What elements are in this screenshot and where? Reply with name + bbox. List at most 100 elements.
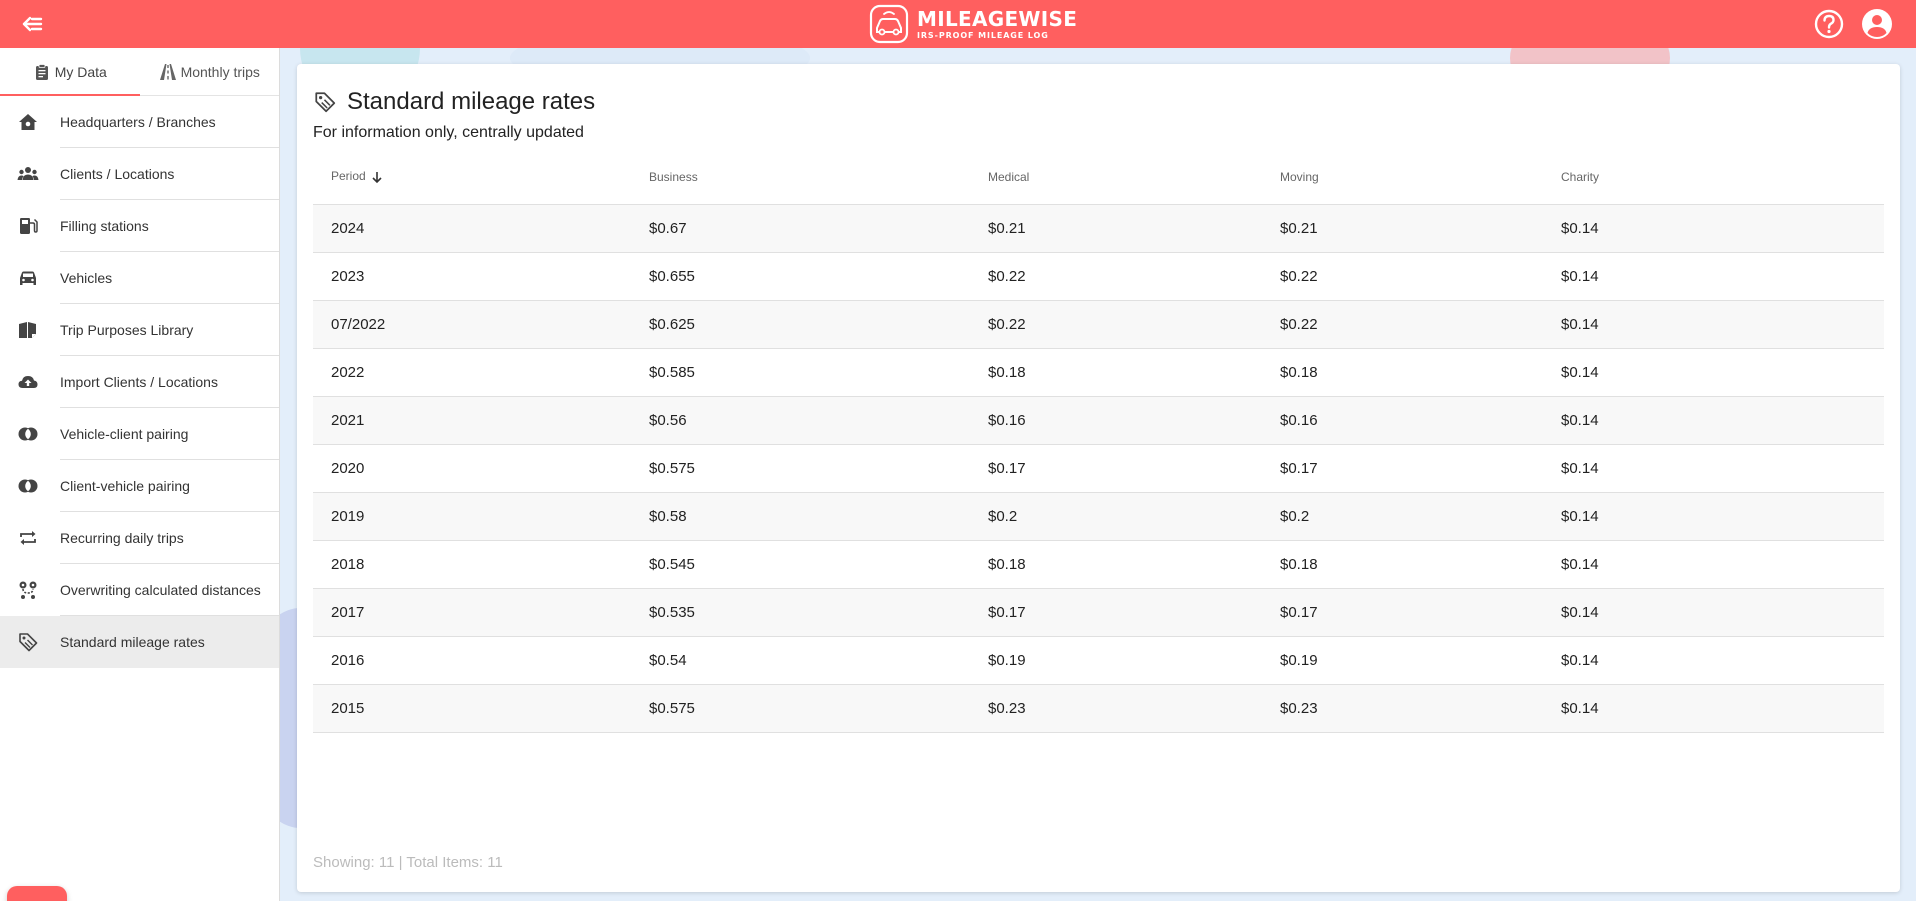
sidebar-item-label: Vehicle-client pairing: [60, 408, 279, 460]
cell-charity: $0.14: [1561, 588, 1884, 637]
column-header-medical[interactable]: Medical: [988, 150, 1280, 205]
cell-charity: $0.14: [1561, 348, 1884, 397]
cell-business: $0.56: [649, 396, 988, 445]
column-header-business[interactable]: Business: [649, 150, 988, 205]
cell-medical: $0.2: [988, 492, 1280, 541]
cell-moving: $0.19: [1280, 636, 1561, 685]
cell-moving: $0.21: [1280, 204, 1561, 253]
account-circle-icon[interactable]: [1860, 7, 1894, 41]
cell-period: 2022: [313, 348, 649, 397]
cell-medical: $0.17: [988, 588, 1280, 637]
logo-car-icon: [869, 4, 909, 44]
arrow-down-icon[interactable]: [370, 170, 384, 184]
book-icon: [0, 319, 60, 341]
sidebar-item-trip-purposes[interactable]: Trip Purposes Library: [0, 304, 279, 356]
chat-bubbles-icon[interactable]: [7, 886, 67, 901]
cell-medical: $0.18: [988, 540, 1280, 589]
sidebar-item-filling-stations[interactable]: Filling stations: [0, 200, 279, 252]
cell-medical: $0.16: [988, 396, 1280, 445]
fuel-icon: [0, 215, 60, 237]
tab-my-data[interactable]: My Data: [0, 48, 140, 96]
cell-business: $0.625: [649, 300, 988, 349]
sidebar-item-headquarters[interactable]: Headquarters / Branches: [0, 96, 279, 148]
help-circle-icon[interactable]: [1812, 7, 1846, 41]
sidebar-menu: Headquarters / Branches Clients / Locati…: [0, 96, 279, 668]
app-name: MILEAGEWISE: [917, 6, 1078, 31]
cell-charity: $0.14: [1561, 636, 1884, 685]
page-subtitle: For information only, centrally updated: [313, 124, 584, 141]
table-item-count: Showing: 11 | Total Items: 11: [313, 854, 503, 871]
column-header-charity[interactable]: Charity: [1561, 150, 1884, 205]
repeat-icon: [0, 527, 60, 549]
pairing-icon: [0, 475, 60, 497]
table-body: 2024 $0.67 $0.21 $0.21 $0.14 2023 $0.655…: [313, 204, 1884, 733]
table-row: 2019 $0.58 $0.2 $0.2 $0.14: [313, 492, 1884, 541]
cell-period: 2020: [313, 444, 649, 493]
tag-icon: [0, 631, 60, 653]
cell-period: 07/2022: [313, 300, 649, 349]
sidebar-item-recurring-trips[interactable]: Recurring daily trips: [0, 512, 279, 564]
table-row: 07/2022 $0.625 $0.22 $0.22 $0.14: [313, 300, 1884, 349]
sidebar-item-label: Recurring daily trips: [60, 512, 279, 564]
tab-label: My Data: [54, 63, 107, 80]
cell-medical: $0.18: [988, 348, 1280, 397]
tag-icon: [315, 92, 336, 113]
sidebar-tabs: My Data Monthly trips: [0, 48, 279, 96]
sidebar-item-clients[interactable]: Clients / Locations: [0, 148, 279, 200]
cell-moving: $0.2: [1280, 492, 1561, 541]
sidebar: My Data Monthly trips Headquarters / Bra…: [0, 48, 280, 901]
table-row: 2015 $0.575 $0.23 $0.23 $0.14: [313, 684, 1884, 733]
cell-medical: $0.22: [988, 300, 1280, 349]
table-row: 2021 $0.56 $0.16 $0.16 $0.14: [313, 396, 1884, 445]
mileage-rates-card: Standard mileage rates For information o…: [297, 64, 1900, 892]
cell-business: $0.575: [649, 684, 988, 733]
sidebar-item-client-vehicle-pairing[interactable]: Client-vehicle pairing: [0, 460, 279, 512]
clipboard-icon: [35, 63, 48, 80]
table-row: 2022 $0.585 $0.18 $0.18 $0.14: [313, 348, 1884, 397]
road-icon: [159, 63, 176, 80]
tab-monthly-trips[interactable]: Monthly trips: [140, 48, 280, 95]
page-title: Standard mileage rates: [347, 88, 596, 115]
cell-medical: $0.22: [988, 252, 1280, 301]
cell-charity: $0.14: [1561, 684, 1884, 733]
cell-charity: $0.14: [1561, 300, 1884, 349]
sidebar-item-import-clients[interactable]: Import Clients / Locations: [0, 356, 279, 408]
sidebar-item-vehicles[interactable]: Vehicles: [0, 252, 279, 304]
column-header-moving[interactable]: Moving: [1280, 150, 1561, 205]
cell-charity: $0.14: [1561, 252, 1884, 301]
cloud-upload-icon: [0, 371, 60, 393]
sidebar-item-label: Overwriting calculated distances: [60, 564, 279, 616]
arrow-left-menu-icon[interactable]: [18, 10, 46, 38]
cell-period: 2018: [313, 540, 649, 589]
cell-medical: $0.17: [988, 444, 1280, 493]
cell-charity: $0.14: [1561, 396, 1884, 445]
route-icon: [0, 579, 60, 601]
table-row: 2016 $0.54 $0.19 $0.19 $0.14: [313, 636, 1884, 685]
cell-business: $0.575: [649, 444, 988, 493]
sidebar-item-overwriting-distances[interactable]: Overwriting calculated distances: [0, 564, 279, 616]
cell-moving: $0.16: [1280, 396, 1561, 445]
app-logo[interactable]: MILEAGEWISE IRS-PROOF MILEAGE LOG: [869, 2, 1077, 46]
mileage-rates-table: Period Business Medical Moving Charity 2…: [313, 150, 1884, 733]
cell-period: 2019: [313, 492, 649, 541]
table-row: 2017 $0.535 $0.17 $0.17 $0.14: [313, 588, 1884, 637]
column-header-period[interactable]: Period: [313, 150, 649, 205]
cell-business: $0.535: [649, 588, 988, 637]
cell-medical: $0.23: [988, 684, 1280, 733]
table-row: 2024 $0.67 $0.21 $0.21 $0.14: [313, 204, 1884, 253]
cell-charity: $0.14: [1561, 204, 1884, 253]
tab-label: Monthly trips: [180, 63, 260, 80]
table-row: 2023 $0.655 $0.22 $0.22 $0.14: [313, 252, 1884, 301]
sidebar-item-label: Vehicles: [60, 252, 279, 304]
cell-business: $0.655: [649, 252, 988, 301]
cell-period: 2024: [313, 204, 649, 253]
sidebar-item-standard-mileage-rates[interactable]: Standard mileage rates: [0, 616, 279, 668]
top-bar: MILEAGEWISE IRS-PROOF MILEAGE LOG: [0, 0, 1916, 48]
card-header: Standard mileage rates: [313, 88, 595, 116]
car-icon: [0, 267, 60, 289]
cell-charity: $0.14: [1561, 540, 1884, 589]
sidebar-item-label: Standard mileage rates: [60, 634, 205, 650]
sidebar-item-vehicle-client-pairing[interactable]: Vehicle-client pairing: [0, 408, 279, 460]
cell-business: $0.67: [649, 204, 988, 253]
cell-period: 2017: [313, 588, 649, 637]
